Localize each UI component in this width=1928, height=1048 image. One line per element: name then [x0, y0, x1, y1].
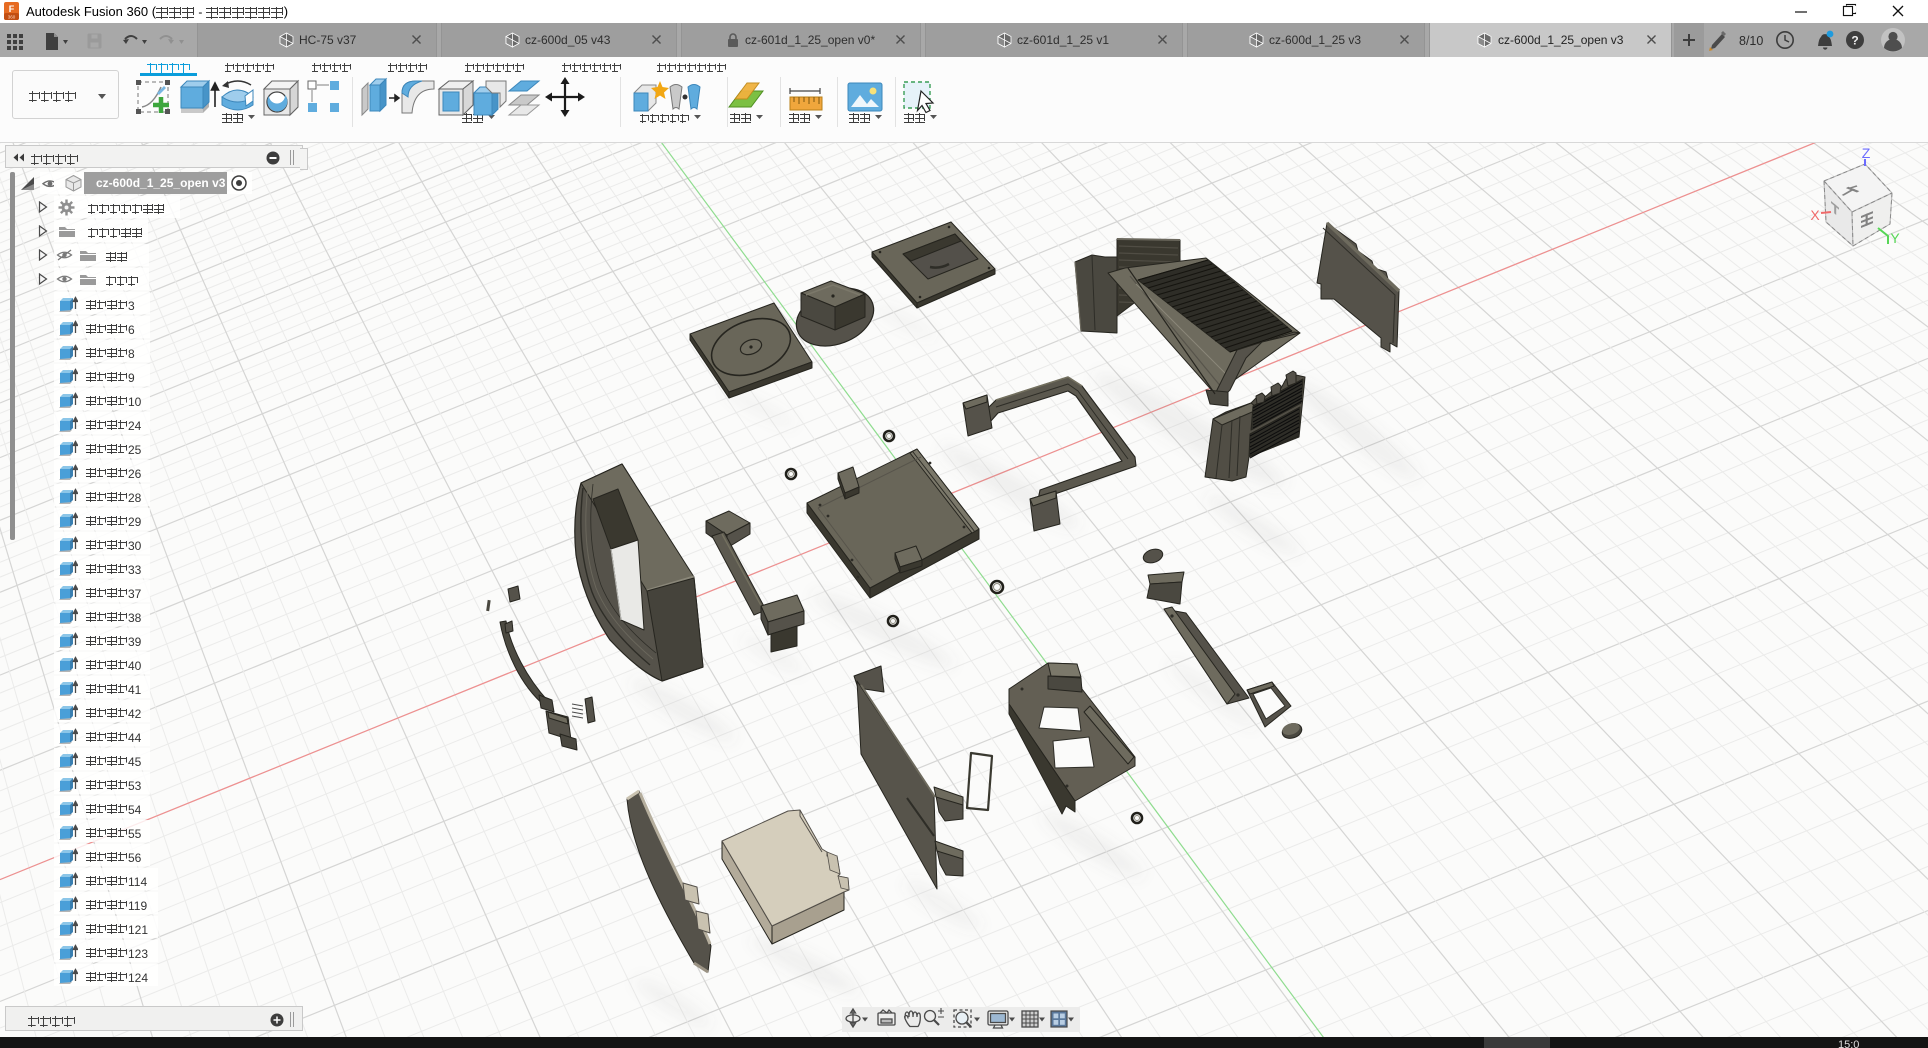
svg-text:360: 360	[8, 15, 16, 20]
svg-text:Y: Y	[1890, 230, 1900, 246]
svg-text:Z: Z	[1862, 145, 1871, 161]
svg-text:F: F	[9, 4, 15, 14]
svg-text:8/10: 8/10	[1739, 34, 1763, 48]
svg-text:X: X	[1810, 207, 1820, 223]
svg-text:?: ?	[1851, 34, 1858, 48]
